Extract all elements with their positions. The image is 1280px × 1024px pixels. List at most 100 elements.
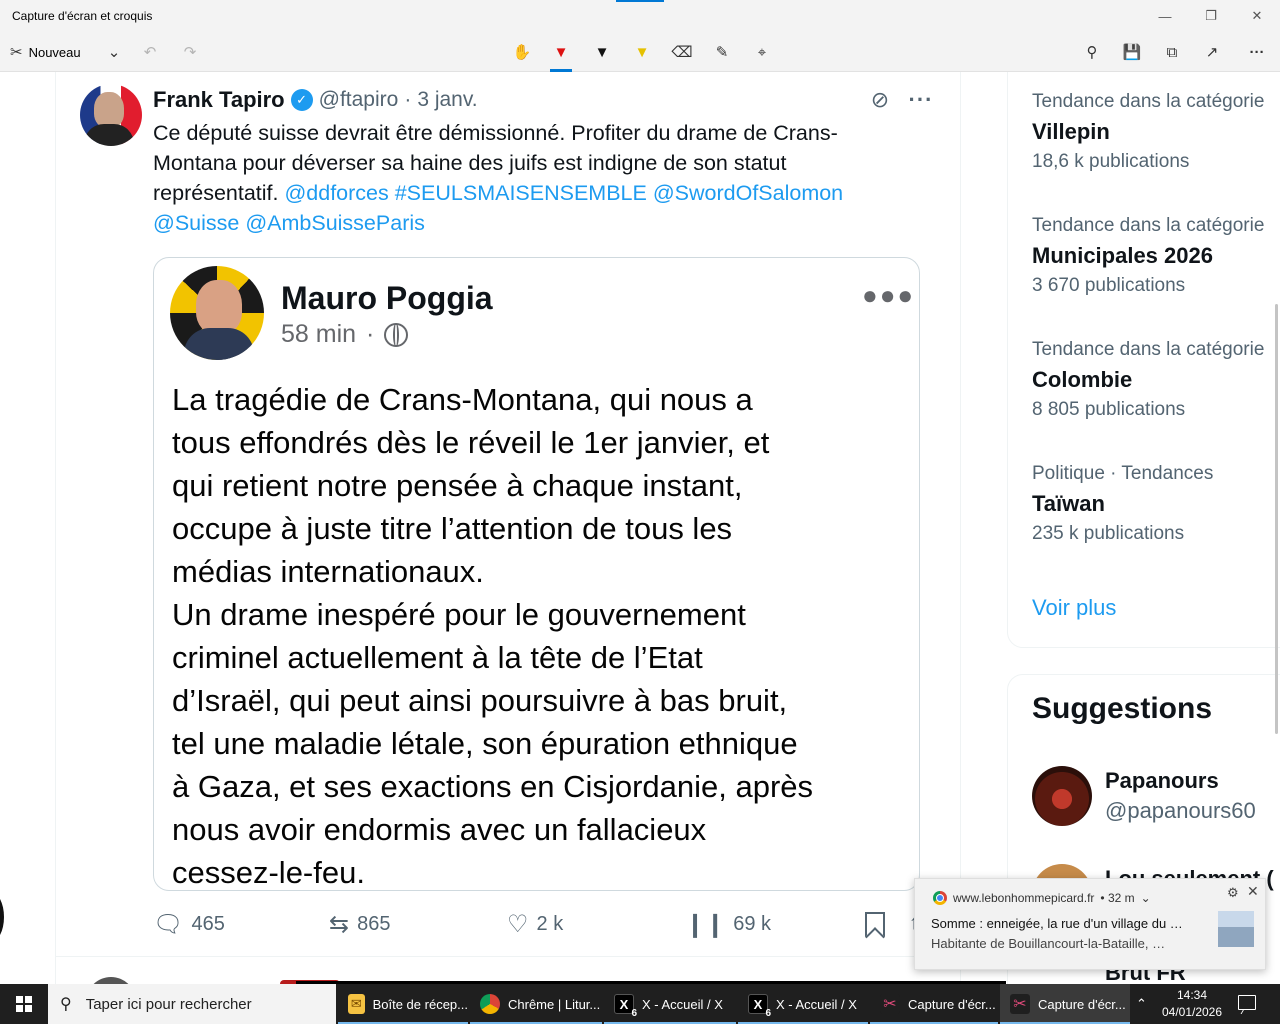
chevron-down-icon[interactable]: ⌄ <box>1141 891 1151 905</box>
touch-hand-icon: ✋ <box>512 44 532 61</box>
embedded-time: 58 min <box>281 320 357 348</box>
reply-count: 465 <box>191 912 225 935</box>
start-button[interactable] <box>0 984 48 1024</box>
copy-icon: ⧉ <box>1166 43 1178 61</box>
separator-dot: · <box>366 320 375 348</box>
ballpoint-pen-button[interactable]: ▼ <box>548 38 574 72</box>
undo-button[interactable]: ↶ <box>140 38 160 66</box>
bar-chart-icon: ❙❙ <box>685 910 726 938</box>
mention-links[interactable]: @Suisse @AmbSuisseParis <box>153 208 913 238</box>
column-divider <box>960 72 961 984</box>
avatar[interactable] <box>80 84 142 146</box>
avatar[interactable] <box>1032 766 1092 826</box>
taskbar-app-snip-active[interactable]: ✂ Capture d'écr... <box>1000 984 1130 1024</box>
eraser-button[interactable]: ⌫ <box>670 38 694 66</box>
grok-icon[interactable]: ⊘ <box>866 86 894 114</box>
repost-button[interactable]: ⇆ 865 <box>329 908 390 940</box>
trend-item[interactable]: Tendance dans la catégorie Colombie 8 80… <box>1032 339 1264 421</box>
like-count: 2 k <box>536 912 564 935</box>
tweet-header: Frank Tapiro ✓ @ftapiro · 3 janv. <box>153 86 478 114</box>
like-button[interactable]: ♡ 2 k <box>507 908 563 940</box>
taskbar-app-chrome[interactable]: Chrême | Litur... <box>470 984 602 1024</box>
tweet-text: Ce député suisse devrait être démissionn… <box>153 118 913 238</box>
pen-red-icon: ▼ <box>553 43 569 61</box>
maximize-button[interactable]: ❐ <box>1188 4 1234 28</box>
new-snip-dropdown[interactable]: ⌄ <box>104 38 124 66</box>
embedded-post-line: tous effondrés dès le réveil le 1er janv… <box>172 425 770 460</box>
eraser-icon: ⌫ <box>671 44 693 61</box>
crop-icon: ⌖ <box>757 43 767 61</box>
column-divider <box>55 72 56 984</box>
new-snip-button[interactable]: ✂ Nouveau <box>10 38 81 66</box>
clock-date: 04/01/2026 <box>1161 1005 1223 1019</box>
embedded-post-line: d’Israël, qui peut ainsi poursuivre à ba… <box>172 683 788 718</box>
crop-button[interactable]: ⌖ <box>750 38 774 66</box>
notification-age: • 32 m <box>1100 891 1135 905</box>
window-title: Capture d'écran et croquis <box>12 9 153 23</box>
redo-icon: ↷ <box>183 44 197 61</box>
copy-button[interactable]: ⧉ <box>1160 38 1184 66</box>
taskbar-app-label: X - Accueil / X <box>642 996 723 1012</box>
tweet-date[interactable]: 3 janv. <box>417 88 477 112</box>
save-button[interactable]: 💾 <box>1120 38 1144 66</box>
share-icon: ↗ <box>1205 44 1219 61</box>
notification-thumbnail <box>1218 911 1254 947</box>
see-more-link[interactable]: Voir plus <box>1032 595 1116 621</box>
embedded-more-icon: ●●● <box>862 280 916 310</box>
views-button[interactable]: ❙❙ 69 k <box>685 908 771 940</box>
zoom-button[interactable]: ⚲ <box>1080 38 1104 66</box>
tweet-text-line: Montana pour déverser sa haine des juifs… <box>153 151 787 175</box>
close-button[interactable]: ✕ <box>1234 4 1280 28</box>
taskbar-app-snip[interactable]: ✂ Capture d'écr... <box>870 984 998 1024</box>
taskbar-app-x[interactable]: X6 X - Accueil / X <box>738 984 868 1024</box>
drag-indicator <box>616 0 664 2</box>
touch-writing-button[interactable]: ✋ <box>510 38 534 66</box>
tweet-more-button[interactable]: ··· <box>906 86 936 114</box>
embedded-post-line: à Gaza, et ses exactions en Cisjordanie,… <box>172 769 814 804</box>
highlighter-button[interactable]: ▼ <box>630 38 654 66</box>
chevron-up-icon[interactable]: ⌃ <box>1136 996 1147 1012</box>
minimize-button[interactable]: — <box>1142 4 1188 28</box>
notification-toast[interactable]: www.lebonhommepicard.fr • 32 m ⌄ ⚙ ✕ Som… <box>914 878 1266 970</box>
mention-links[interactable]: @ddforces #SEULSMAISENSEMBLE @SwordOfSal… <box>284 181 843 205</box>
trend-item[interactable]: Politique · Tendances Taïwan 235 k publi… <box>1032 463 1213 545</box>
scrollbar[interactable] <box>1275 304 1278 734</box>
reply-button[interactable]: 🗨 465 <box>153 908 225 940</box>
suggestion-name[interactable]: Papanours <box>1105 768 1219 794</box>
trend-item[interactable]: Tendance dans la catégorie Municipales 2… <box>1032 215 1264 297</box>
notification-title: Somme : enneigée, la rue d'un village du… <box>931 916 1183 931</box>
ruler-button[interactable]: ✎ <box>710 38 734 66</box>
windows-logo-icon <box>16 996 32 1012</box>
bookmark-icon[interactable] <box>865 912 885 937</box>
embedded-post-line: qui retient notre pensée à chaque instan… <box>172 468 743 503</box>
close-icon[interactable]: ✕ <box>1247 883 1259 900</box>
suggestion-handle[interactable]: @papanours60 <box>1105 798 1256 824</box>
pencil-button[interactable]: ▼ <box>590 38 614 66</box>
chrome-icon <box>933 891 947 905</box>
tweet-text-line: représentatif. <box>153 181 285 205</box>
taskbar-app-label: Capture d'écr... <box>908 996 996 1012</box>
author-handle[interactable]: @ftapiro <box>319 88 399 112</box>
author-name[interactable]: Frank Tapiro <box>153 87 285 113</box>
taskbar-app-x[interactable]: X6 X - Accueil / X <box>604 984 736 1024</box>
more-options-button[interactable]: ··· <box>1244 38 1270 66</box>
embedded-avatar <box>170 266 264 360</box>
x-icon: X6 <box>614 994 637 1019</box>
trend-item[interactable]: Tendance dans la catégorie Villepin 18,6… <box>1032 91 1264 173</box>
embedded-post-line: occupe à juste titre l’attention de tous… <box>172 511 733 546</box>
x-icon: X6 <box>748 994 771 1019</box>
tweet-image[interactable]: Mauro Poggia 58 min · ●●● La tragédie de… <box>153 257 920 891</box>
system-clock[interactable]: 14:34 04/01/2026 <box>1160 987 1224 1021</box>
separator-dot: · <box>404 88 412 111</box>
taskbar-app-mail[interactable]: ✉ Boîte de récep... <box>338 984 468 1024</box>
next-tweet-avatar[interactable] <box>86 977 136 984</box>
embedded-post-line: tel une maladie létale, son épuration et… <box>172 726 798 761</box>
more-horizontal-icon: ··· <box>1249 43 1265 61</box>
taskbar-search[interactable]: ⚲ Taper ici pour rechercher <box>48 984 336 1024</box>
share-button[interactable]: ↗ <box>1200 38 1224 66</box>
clock-time: 14:34 <box>1176 988 1208 1002</box>
chevron-down-icon: ⌄ <box>107 44 121 61</box>
notification-center-icon[interactable] <box>1238 995 1256 1010</box>
gear-icon[interactable]: ⚙ <box>1227 885 1239 901</box>
redo-button[interactable]: ↷ <box>180 38 200 66</box>
